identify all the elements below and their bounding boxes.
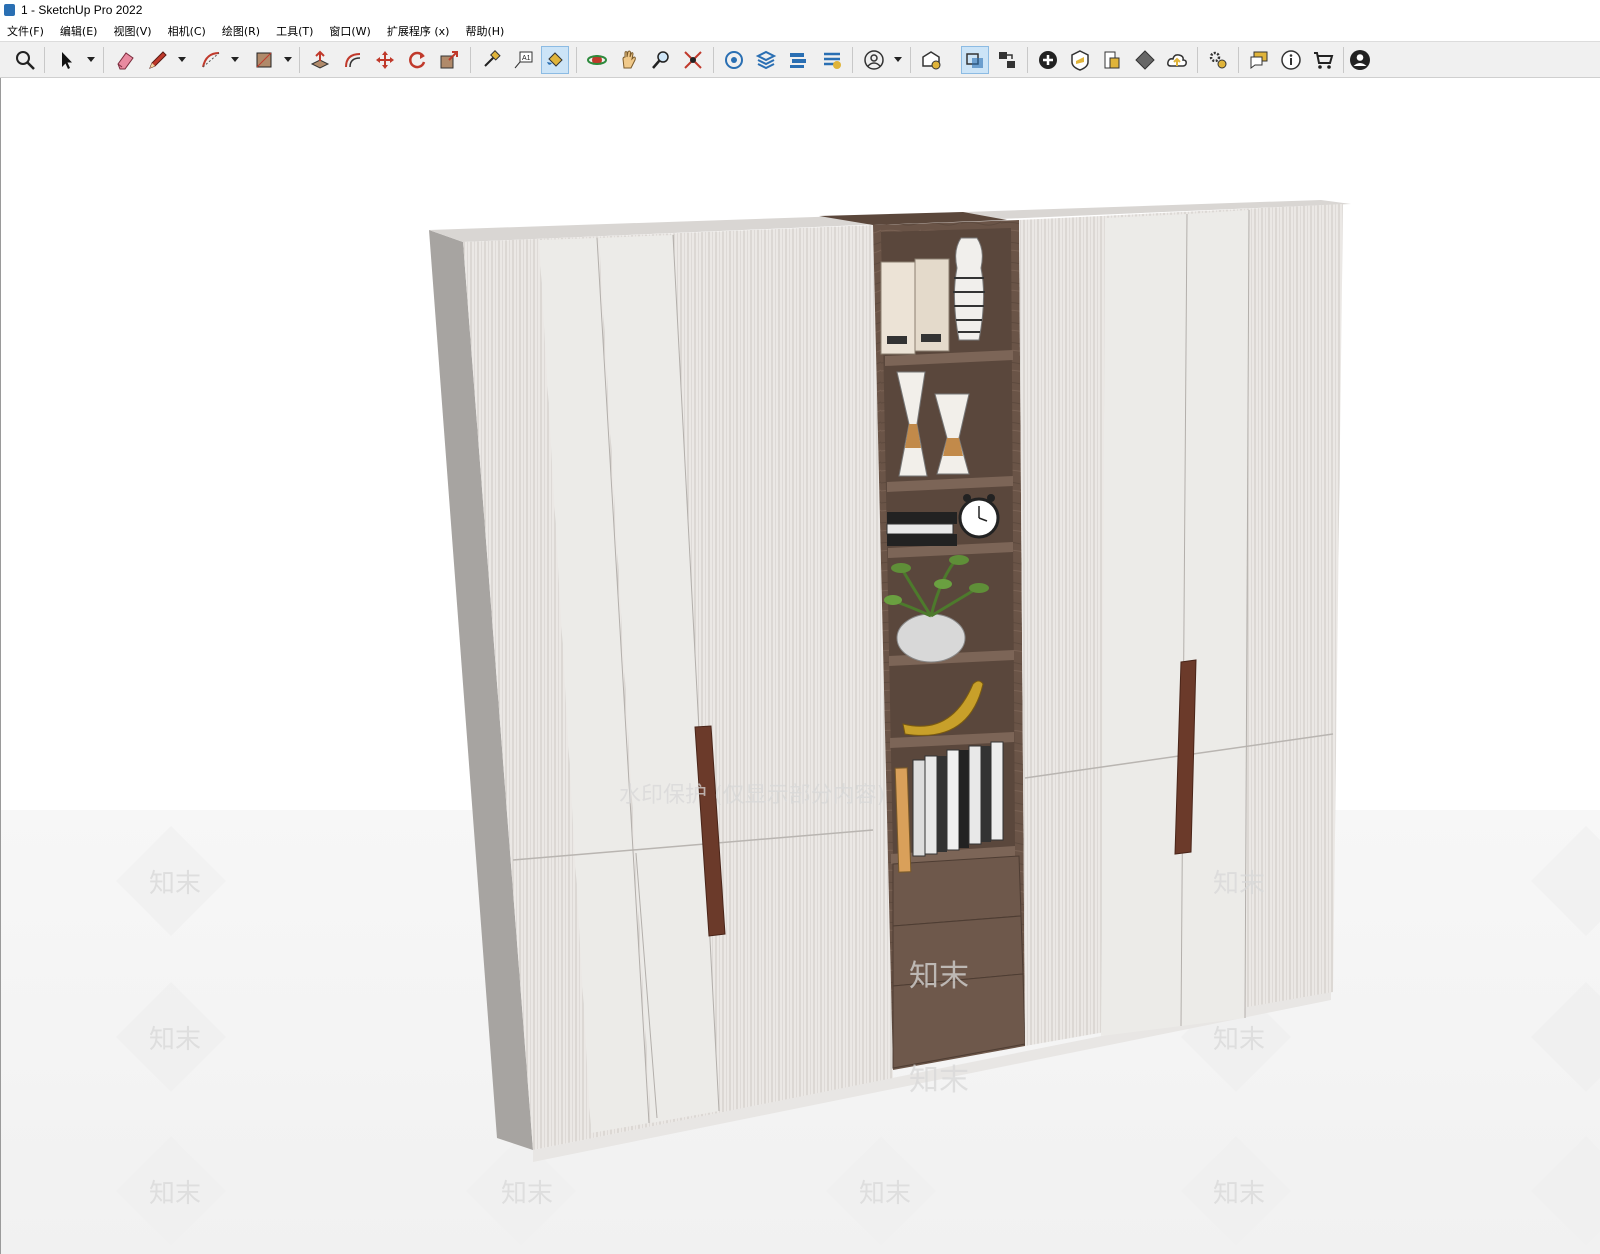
select-dropdown-chevron-down-icon[interactable] xyxy=(86,53,96,65)
watermark-tile-3: 知末 xyxy=(149,1179,201,1209)
info-icon[interactable] xyxy=(1277,46,1305,74)
zoom-icon[interactable] xyxy=(11,46,39,74)
right-door-plain-strip-2 xyxy=(1181,210,1249,1026)
menu-camera[interactable]: 相机(C) xyxy=(167,22,207,40)
watermark-tile-6: 知末 xyxy=(1213,869,1265,899)
menu-window[interactable]: 窗口(W) xyxy=(328,22,371,40)
components-icon[interactable] xyxy=(784,46,812,74)
user-icon[interactable] xyxy=(860,46,888,74)
account-icon[interactable] xyxy=(1346,46,1374,74)
text-label-icon[interactable]: A1 xyxy=(509,46,537,74)
move-icon[interactable] xyxy=(371,46,399,74)
title-bar: 1 - SketchUp Pro 2022 xyxy=(0,0,1600,21)
large-toolset-toolbar: A1 xyxy=(0,41,1600,78)
menu-view[interactable]: 视图(V) xyxy=(112,22,152,40)
watermark-tile-4: 知末 xyxy=(501,1179,553,1209)
menu-edit[interactable]: 编辑(E) xyxy=(59,22,99,40)
model-viewport[interactable]: 水印保护 (仅显示部分内容) 知末 知末 知末 知末 知末 知末 知末 知末 知… xyxy=(0,78,1600,1254)
cloud-upload-icon[interactable] xyxy=(1163,46,1191,74)
sketchup-app-icon xyxy=(4,4,15,16)
arc-icon[interactable] xyxy=(197,46,225,74)
watermark-banner: 水印保护 (仅显示部分内容) xyxy=(619,783,885,808)
pan-icon[interactable] xyxy=(615,46,643,74)
drawer-1 xyxy=(892,855,1022,927)
pencil-line-icon[interactable] xyxy=(144,46,172,74)
model-info-icon[interactable] xyxy=(720,46,748,74)
watermark-tile-10: 知末 xyxy=(909,1063,969,1098)
window-title: 1 - SketchUp Pro 2022 xyxy=(21,3,143,17)
right-door-plain-strip-1 xyxy=(1101,214,1187,1036)
wardrobe-model-scene: 水印保护 (仅显示部分内容) 知末 知末 知末 知末 知末 知末 知末 知末 知… xyxy=(1,200,1600,1254)
menu-bar: 文件(F) 编辑(E) 视图(V) 相机(C) 绘图(R) 工具(T) 窗口(W… xyxy=(0,21,1600,41)
shape-dropdown-chevron-down-icon[interactable] xyxy=(283,53,293,65)
watermark-tile-1: 知末 xyxy=(149,869,201,899)
sync-icon[interactable] xyxy=(961,46,989,74)
watermark-tile-8: 知末 xyxy=(1213,1179,1265,1209)
rotate-icon[interactable] xyxy=(403,46,431,74)
user-dropdown-chevron-down-icon[interactable] xyxy=(893,53,903,65)
svg-text:A1: A1 xyxy=(522,55,531,62)
menu-tools[interactable]: 工具(T) xyxy=(275,22,314,40)
striped-vase xyxy=(953,237,985,341)
warehouse-icon[interactable] xyxy=(917,46,945,74)
line-dropdown-chevron-down-icon[interactable] xyxy=(177,53,187,65)
shield-icon[interactable] xyxy=(1066,46,1094,74)
watermark-tile-7: 知末 xyxy=(1213,1025,1265,1055)
push-pull-icon[interactable] xyxy=(306,46,334,74)
layers-icon[interactable] xyxy=(752,46,780,74)
report-icon[interactable] xyxy=(1098,46,1126,74)
zoom-extents-icon[interactable] xyxy=(679,46,707,74)
watermark-tile-9: 知末 xyxy=(909,959,969,994)
tape-measure-icon[interactable] xyxy=(477,46,505,74)
select-icon[interactable] xyxy=(52,46,80,74)
offset-icon[interactable] xyxy=(339,46,367,74)
watermark-tile-2: 知末 xyxy=(149,1025,201,1055)
file-boxes xyxy=(880,258,950,355)
chat-icon[interactable] xyxy=(1245,46,1273,74)
menu-extensions[interactable]: 扩展程序 (x) xyxy=(386,22,451,40)
menu-draw[interactable]: 绘图(R) xyxy=(221,22,261,40)
right-door-group xyxy=(1019,204,1343,1046)
rectangle-icon[interactable] xyxy=(250,46,278,74)
settings-icon[interactable] xyxy=(1204,46,1232,74)
orbit-icon[interactable] xyxy=(583,46,611,74)
arc-dropdown-chevron-down-icon[interactable] xyxy=(230,53,240,65)
checker-icon[interactable] xyxy=(1131,46,1159,74)
scenes-icon[interactable] xyxy=(993,46,1021,74)
zoom-tool-icon[interactable] xyxy=(647,46,675,74)
styles-icon[interactable] xyxy=(818,46,846,74)
scale-icon[interactable] xyxy=(435,46,463,74)
watermark-tile-5: 知末 xyxy=(859,1179,911,1209)
paint-bucket-icon[interactable] xyxy=(541,46,569,74)
cart-icon[interactable] xyxy=(1309,46,1337,74)
eraser-icon[interactable] xyxy=(111,46,139,74)
left-door-group xyxy=(463,225,893,1150)
add-circle-icon[interactable] xyxy=(1034,46,1062,74)
menu-help[interactable]: 帮助(H) xyxy=(464,22,505,40)
menu-file[interactable]: 文件(F) xyxy=(6,22,45,40)
